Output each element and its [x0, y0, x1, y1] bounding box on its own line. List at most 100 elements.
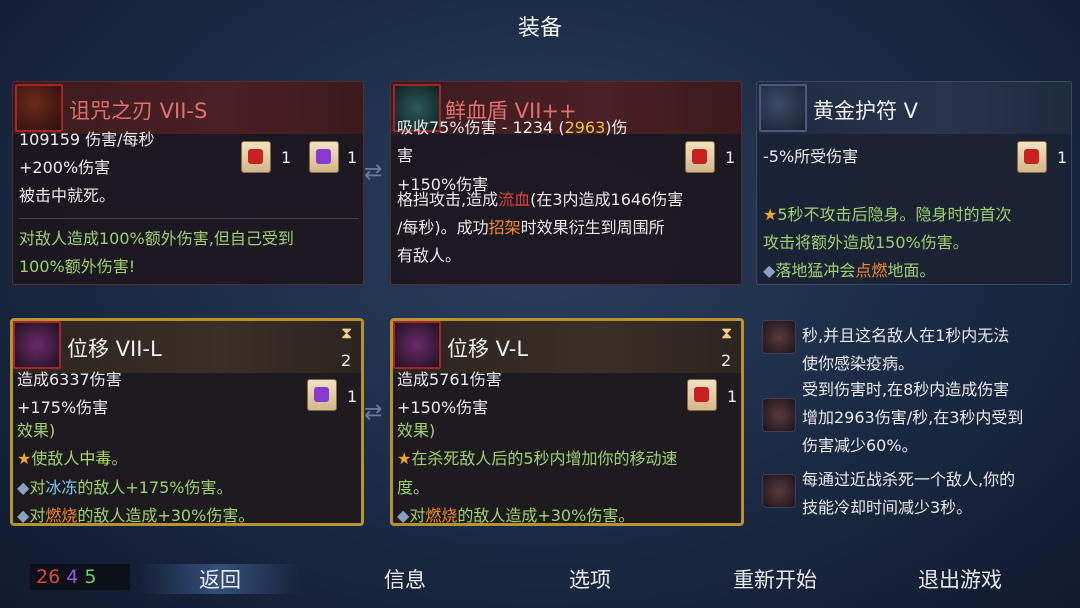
- item-name: 位移 V-L: [447, 337, 529, 361]
- scroll-count: 1: [1057, 148, 1068, 167]
- damage-text: 造成5761伤害: [397, 370, 502, 389]
- scroll-count: 1: [281, 148, 292, 167]
- scroll-count: 1: [725, 148, 736, 167]
- poison-keyword: 中毒: [79, 449, 112, 468]
- hourglass-icon: ⧗: [721, 323, 733, 342]
- perk-text: 受到伤害时,在8秒内造成伤害: [802, 380, 1010, 399]
- perk-text: 技能冷却时间减少3秒。: [802, 498, 973, 517]
- effect-text: ◆对燃烧的敌人造成+30%伤害。: [17, 502, 255, 525]
- effect-c: 的敌人+175%伤害。: [77, 478, 233, 497]
- effect-text: ★使敌人中毒。: [17, 445, 127, 473]
- effect-c: 时效果衍生到周围所: [520, 218, 665, 237]
- effect-text: ★在杀死敌人后的5秒内增加你的移动速: [397, 445, 678, 473]
- absorb-text: 吸收75%伤害 - 1234 (2963)伤: [397, 114, 628, 142]
- effect-text: ◆对冰冻的敌人+175%伤害。: [17, 474, 233, 502]
- perk-text: 每通过近战杀死一个敌人,你的: [802, 470, 1016, 489]
- cursed-blade-icon: [15, 84, 63, 132]
- perk-row[interactable]: 秒,并且这名敌人在1秒内无法 使你感染疫病。: [756, 318, 1072, 378]
- quit-button[interactable]: 退出游戏: [880, 564, 1040, 594]
- equipment-card-cursed-blade[interactable]: 诅咒之刃 VII-S 109159 伤害/每秒 +200%伤害 被击中就死。 1…: [12, 81, 364, 285]
- spiked-shield-icon: [762, 398, 796, 432]
- restart-button[interactable]: 重新开始: [695, 564, 855, 594]
- effect-text: 攻击将额外造成150%伤害。: [763, 233, 969, 252]
- divider: [19, 218, 359, 219]
- brutality-stat: 26: [36, 566, 61, 588]
- scroll-count: 1: [347, 148, 358, 167]
- effect-text: ★5秒不攻击后隐身。隐身时的首次: [763, 201, 1012, 229]
- perk-row[interactable]: 每通过近战杀死一个敌人,你的 技能冷却时间减少3秒。: [756, 464, 1072, 524]
- diamond-icon: ◆: [397, 506, 410, 525]
- star-icon: ★: [763, 205, 778, 224]
- diamond-icon: ◆: [17, 478, 30, 497]
- plague-sword-icon: [762, 320, 796, 354]
- sword-icon: [762, 474, 796, 508]
- effect-line: 在杀死敌人后的5秒内增加你的移动速: [411, 449, 678, 468]
- damage-bonus-text: +200%伤害: [19, 158, 111, 177]
- brutality-scroll-icon: [1017, 141, 1047, 173]
- effect-text: 100%额外伤害!: [19, 257, 136, 276]
- absorb-text-a: 吸收75%伤害 - 1234 (: [397, 118, 565, 137]
- effect-text: 对敌人造成100%额外伤害,但自己受到: [19, 229, 294, 248]
- bleed-keyword: 流血: [498, 190, 531, 209]
- perk-row[interactable]: 受到伤害时,在8秒内造成伤害 增加2963伤害/秒,在3秒内受到 伤害减少60%…: [756, 376, 1072, 460]
- diamond-icon: ◆: [763, 261, 776, 280]
- swap-arrow-icon: ⇄: [364, 400, 383, 425]
- effect-text: 格挡攻击,造成流血(在3内造成1646伤害: [397, 186, 683, 214]
- brutality-scroll-icon: [241, 141, 271, 173]
- dash-icon: [13, 321, 61, 369]
- scroll-count: 1: [347, 387, 358, 406]
- brutality-scroll-icon: [685, 141, 715, 173]
- equipment-card-golden-amulet[interactable]: 黄金护符 V -5%所受伤害 1 ★5秒不攻击后隐身。隐身时的首次 攻击将额外造…: [756, 81, 1072, 285]
- effect-c: 的敌人造成+30%伤害。: [457, 506, 635, 525]
- bottom-bar: 26 4 5 返回 信息 选项 重新开始 退出游戏: [0, 556, 1080, 600]
- golden-amulet-icon: [759, 84, 807, 132]
- star-icon: ★: [17, 449, 32, 468]
- tactics-scroll-icon: [309, 141, 339, 173]
- skill-card-dash-2[interactable]: 位移 V-L ⧗ 2 造成5761伤害 +150%伤害 1 效果) ★在杀死敌人…: [390, 318, 744, 526]
- effect-line: 5秒不攻击后隐身。隐身时的首次: [777, 205, 1012, 224]
- effect-a: /每秒)。成功: [397, 218, 489, 237]
- curse-text: 被击中就死。: [19, 186, 116, 205]
- absorb-value: 2963: [564, 118, 606, 137]
- effect-text: /每秒)。成功招架时效果衍生到周围所: [397, 214, 665, 242]
- hourglass-icon: ⧗: [341, 323, 353, 342]
- effect-text: 度。: [397, 478, 430, 497]
- equipment-card-blood-shield[interactable]: 鲜血盾 VII++ 吸收75%伤害 - 1234 (2963)伤 害 +150%…: [390, 81, 742, 285]
- tactics-stat: 4: [66, 566, 79, 588]
- options-button[interactable]: 选项: [510, 564, 670, 594]
- effect-c: 地面。: [887, 261, 936, 280]
- cooldown-count: 2: [721, 351, 732, 370]
- ignite-keyword: 点燃: [855, 261, 888, 280]
- survival-stat: 5: [84, 566, 97, 588]
- effect-c: (在3内造成1646伤害: [530, 190, 684, 209]
- perk-text: 秒,并且这名敌人在1秒内无法: [802, 326, 1010, 345]
- info-button[interactable]: 信息: [325, 564, 485, 594]
- item-name: 诅咒之刃 VII-S: [69, 99, 208, 123]
- perk-text: 伤害减少60%。: [802, 436, 918, 455]
- effect-text: ◆落地猛冲会点燃地面。: [763, 257, 936, 284]
- absorb-text-c: )伤: [605, 118, 628, 137]
- back-button[interactable]: 返回: [140, 564, 300, 594]
- burn-keyword: 燃烧: [45, 506, 78, 525]
- absorb-text-cont: 害: [397, 146, 414, 165]
- scroll-count: 1: [727, 387, 738, 406]
- effect-a: 对: [29, 478, 46, 497]
- skill-card-dash-1[interactable]: 位移 VII-L ⧗ 2 造成6337伤害 +175%伤害 1 效果) ★使敌人…: [10, 318, 364, 526]
- parry-keyword: 招架: [488, 218, 521, 237]
- effect-c: 的敌人造成+30%伤害。: [77, 506, 255, 525]
- cooldown-count: 2: [341, 351, 352, 370]
- defense-text: -5%所受伤害: [763, 147, 859, 166]
- diamond-icon: ◆: [17, 506, 30, 525]
- effect-text: 有敌人。: [397, 246, 462, 265]
- star-icon: ★: [397, 449, 412, 468]
- effect-a: 落地猛冲会: [775, 261, 856, 280]
- effect-a: 对: [29, 506, 46, 525]
- tactics-scroll-icon: [307, 379, 337, 411]
- effect-text: ◆对燃烧的敌人造成+30%伤害。: [397, 502, 635, 525]
- burn-keyword: 燃烧: [425, 506, 458, 525]
- effect-c: 。: [111, 449, 128, 468]
- page-title: 装备: [517, 16, 562, 41]
- effect-a: 对: [409, 506, 426, 525]
- item-name: 黄金护符 V: [813, 99, 919, 123]
- item-name: 位移 VII-L: [67, 337, 162, 361]
